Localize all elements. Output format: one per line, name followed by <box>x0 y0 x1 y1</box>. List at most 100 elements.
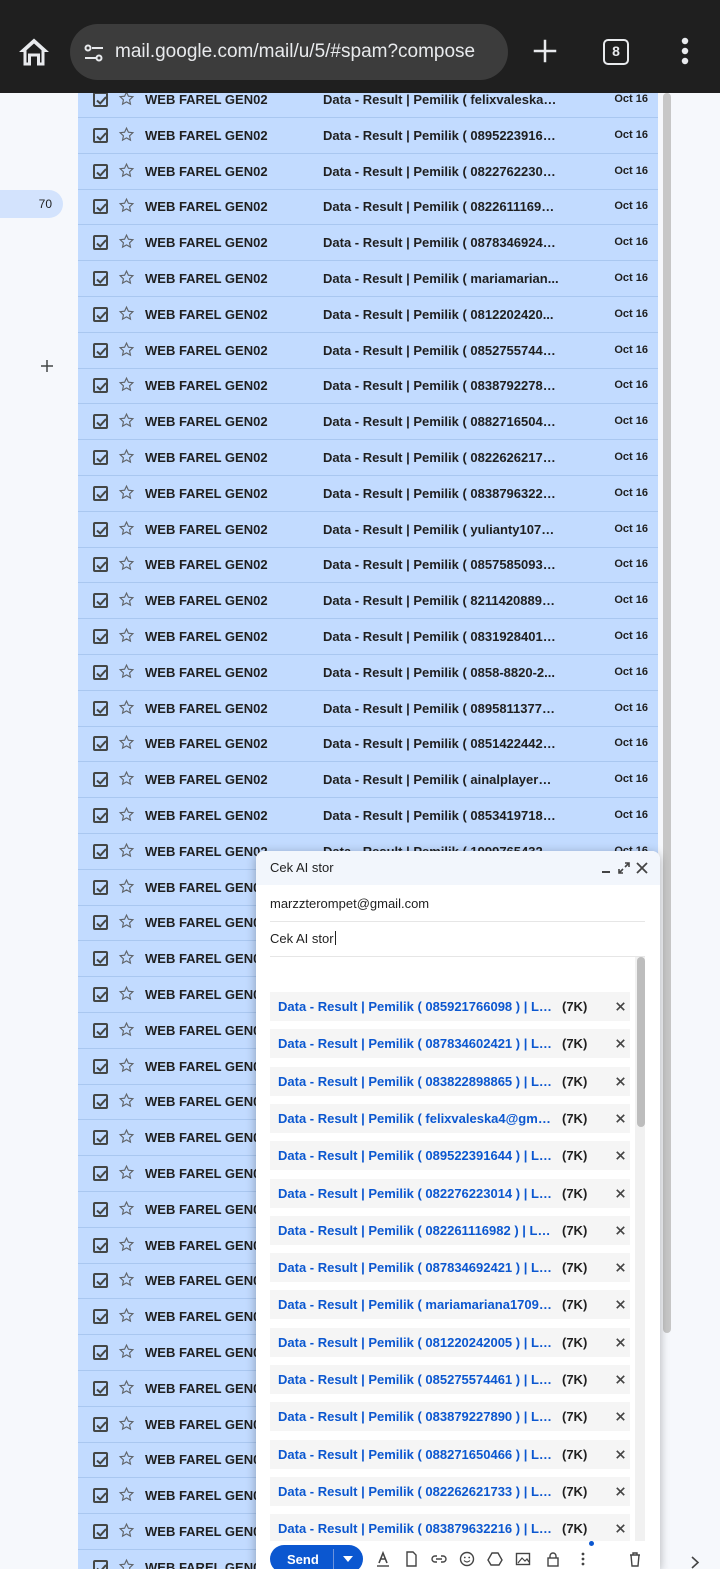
attachment-chip[interactable]: Data - Result | Pemilik ( 082276223014 )… <box>270 1178 630 1208</box>
mail-row[interactable]: WEB FAREL GEN02 Data - Result | Pemilik (… <box>78 619 658 655</box>
fullscreen-icon[interactable] <box>617 861 631 875</box>
attachment-name[interactable]: Data - Result | Pemilik ( 089522391644 )… <box>278 1148 556 1163</box>
row-checkbox[interactable] <box>93 1309 108 1325</box>
star-icon[interactable] <box>118 555 135 572</box>
row-checkbox[interactable] <box>93 557 108 573</box>
star-icon[interactable] <box>118 806 135 823</box>
row-checkbox[interactable] <box>93 1094 108 1110</box>
star-icon[interactable] <box>118 842 135 859</box>
discard-draft-icon[interactable] <box>627 1551 643 1567</box>
star-icon[interactable] <box>118 162 135 179</box>
attachment-chip[interactable]: Data - Result | Pemilik ( 083879227890 )… <box>270 1402 630 1432</box>
star-icon[interactable] <box>118 233 135 250</box>
row-checkbox[interactable] <box>93 879 108 895</box>
row-checkbox[interactable] <box>93 485 108 501</box>
attachment-chip[interactable]: Data - Result | Pemilik ( 083822898865 )… <box>270 1066 630 1096</box>
star-icon[interactable] <box>118 269 135 286</box>
mail-row[interactable]: WEB FAREL GEN02 Data - Result | Pemilik (… <box>78 726 658 763</box>
create-label-icon[interactable] <box>38 357 56 375</box>
row-checkbox[interactable] <box>93 1058 108 1074</box>
star-icon[interactable] <box>118 305 135 322</box>
star-icon[interactable] <box>118 1271 135 1288</box>
attachment-name[interactable]: Data - Result | Pemilik ( mariamariana17… <box>278 1297 556 1312</box>
row-checkbox[interactable] <box>93 414 108 430</box>
star-icon[interactable] <box>118 949 135 966</box>
row-checkbox[interactable] <box>93 1201 108 1217</box>
mail-row[interactable]: WEB FAREL GEN02 Data - Result | Pemilik (… <box>78 225 658 262</box>
attach-file-icon[interactable] <box>403 1551 419 1567</box>
row-checkbox[interactable] <box>93 306 108 322</box>
attachment-chip[interactable]: Data - Result | Pemilik ( 089522391644 )… <box>270 1141 630 1171</box>
star-icon[interactable] <box>118 341 135 358</box>
remove-attachment-icon[interactable] <box>614 1187 627 1200</box>
attachment-chip[interactable]: Data - Result | Pemilik ( felixvaleska4@… <box>270 1103 630 1133</box>
row-checkbox[interactable] <box>93 378 108 394</box>
attachment-chip[interactable]: Data - Result | Pemilik ( 082262621733 )… <box>270 1476 630 1506</box>
row-checkbox[interactable] <box>93 1022 108 1038</box>
attachments-scrollbar[interactable] <box>637 957 645 1127</box>
attachment-name[interactable]: Data - Result | Pemilik ( 085921766098 )… <box>278 999 556 1014</box>
tab-switcher-button[interactable]: 8 <box>603 39 629 65</box>
mail-row[interactable]: WEB FAREL GEN02 Data - Result | Pemilik (… <box>78 476 658 512</box>
attachment-chip[interactable]: Data - Result | Pemilik ( 081220242005 )… <box>270 1327 630 1357</box>
star-icon[interactable] <box>118 197 135 214</box>
star-icon[interactable] <box>118 1200 135 1217</box>
row-checkbox[interactable] <box>93 1237 108 1253</box>
row-checkbox[interactable] <box>93 93 108 107</box>
row-checkbox[interactable] <box>93 1130 108 1146</box>
star-icon[interactable] <box>118 1450 135 1467</box>
more-vert-icon[interactable] <box>675 36 695 66</box>
star-icon[interactable] <box>118 699 135 716</box>
star-icon[interactable] <box>118 1486 135 1503</box>
attachment-chip[interactable]: Data - Result | Pemilik ( 085921766098 )… <box>270 992 630 1021</box>
row-checkbox[interactable] <box>93 521 108 537</box>
row-checkbox[interactable] <box>93 1380 108 1396</box>
row-checkbox[interactable] <box>93 342 108 358</box>
more-options-icon[interactable] <box>575 1551 591 1567</box>
attachment-name[interactable]: Data - Result | Pemilik ( 087834692421 )… <box>278 1260 556 1275</box>
mail-row[interactable]: WEB FAREL GEN02 Data - Result | Pemilik (… <box>78 547 658 584</box>
insert-photo-icon[interactable] <box>515 1551 531 1567</box>
confidential-lock-icon[interactable] <box>545 1551 561 1567</box>
attachment-name[interactable]: Data - Result | Pemilik ( 083879632216 )… <box>278 1521 556 1536</box>
compose-header[interactable]: Cek AI stor <box>256 851 660 885</box>
attachment-name[interactable]: Data - Result | Pemilik ( 083822898865 )… <box>278 1074 556 1089</box>
new-tab-icon[interactable] <box>530 36 560 66</box>
mail-row[interactable]: WEB FAREL GEN02 Data - Result | Pemilik (… <box>78 440 658 476</box>
attachment-name[interactable]: Data - Result | Pemilik ( 083879227890 )… <box>278 1409 556 1424</box>
star-icon[interactable] <box>118 1379 135 1396</box>
star-icon[interactable] <box>118 1307 135 1324</box>
mail-row[interactable]: WEB FAREL GEN02 Data - Result | Pemilik (… <box>78 118 658 154</box>
row-checkbox[interactable] <box>93 127 108 143</box>
remove-attachment-icon[interactable] <box>614 1410 627 1423</box>
row-checkbox[interactable] <box>93 843 108 859</box>
row-checkbox[interactable] <box>93 1559 108 1569</box>
star-icon[interactable] <box>118 376 135 393</box>
attachment-name[interactable]: Data - Result | Pemilik ( 082262621733 )… <box>278 1484 556 1499</box>
remove-attachment-icon[interactable] <box>614 1298 627 1311</box>
row-checkbox[interactable] <box>93 736 108 752</box>
address-bar[interactable]: mail.google.com/mail/u/5/#spam?compose <box>70 24 508 80</box>
star-icon[interactable] <box>118 1057 135 1074</box>
star-icon[interactable] <box>118 913 135 930</box>
star-icon[interactable] <box>118 520 135 537</box>
attachment-chip[interactable]: Data - Result | Pemilik ( 087834692421 )… <box>270 1253 630 1283</box>
row-checkbox[interactable] <box>93 1273 108 1289</box>
folder-unread-count[interactable]: 70 <box>0 190 63 218</box>
mail-row[interactable]: WEB FAREL GEN02 Data - Result | Pemilik (… <box>78 512 658 548</box>
emoji-icon[interactable] <box>459 1551 475 1567</box>
row-checkbox[interactable] <box>93 271 108 286</box>
row-checkbox[interactable] <box>93 700 108 716</box>
mail-row[interactable]: WEB FAREL GEN02 Data - Result | Pemilik (… <box>78 189 658 226</box>
attachment-name[interactable]: Data - Result | Pemilik ( felixvaleska4@… <box>278 1111 556 1126</box>
chevron-right-icon[interactable] <box>690 1556 700 1569</box>
attachment-name[interactable]: Data - Result | Pemilik ( 082276223014 )… <box>278 1186 556 1201</box>
recipient-field[interactable]: marzzterompet@gmail.com <box>270 896 645 922</box>
google-drive-icon[interactable] <box>487 1551 503 1567</box>
remove-attachment-icon[interactable] <box>614 1037 627 1050</box>
remove-attachment-icon[interactable] <box>614 1485 627 1498</box>
row-checkbox[interactable] <box>93 199 108 215</box>
mail-row[interactable]: WEB FAREL GEN02 Data - Result | Pemilik (… <box>78 154 658 190</box>
attachment-chip[interactable]: Data - Result | Pemilik ( 085275574461 )… <box>270 1365 630 1394</box>
row-checkbox[interactable] <box>93 1416 108 1432</box>
